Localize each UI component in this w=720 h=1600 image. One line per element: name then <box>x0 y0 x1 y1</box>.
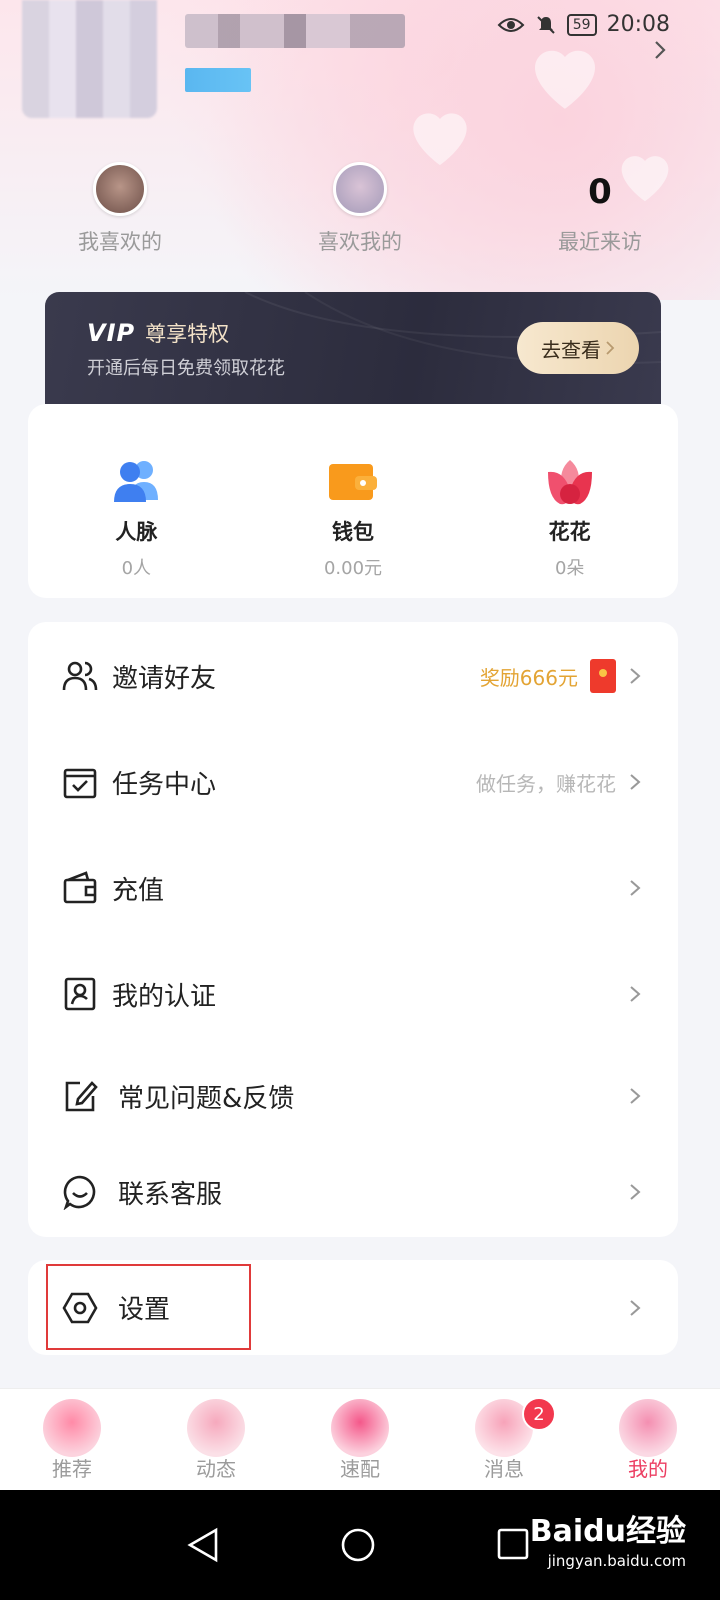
system-navigation-bar: Baidu经验 jingyan.baidu.com <box>0 1490 720 1600</box>
quick-match-rose-icon <box>331 1399 389 1457</box>
chevron-right-icon <box>630 986 641 1002</box>
stat-label: 喜欢我的 <box>318 230 402 254</box>
invite-friends-icon <box>62 661 98 691</box>
vip-subtitle: 开通后每日免费领取花花 <box>87 358 285 379</box>
tab-label: 动态 <box>196 1457 236 1481</box>
vip-title: 尊享特权 <box>145 322 230 346</box>
baidu-jingyan-watermark: Baidu经验 jingyan.baidu.com <box>530 1506 686 1570</box>
wallet-item-connections[interactable]: 人脉 0人 <box>28 404 245 598</box>
task-center-icon <box>63 768 97 799</box>
recents-square-icon[interactable] <box>496 1527 530 1561</box>
vip-view-button[interactable]: 去查看 <box>517 322 639 374</box>
profile-chevron-right-icon[interactable] <box>650 40 670 60</box>
stats-row: 我喜欢的 喜欢我的 0 最近来访 <box>0 162 720 256</box>
tab-messages[interactable]: 消息 2 <box>432 1389 576 1490</box>
menu-item-invite-friends[interactable]: 邀请好友 奖励666元 <box>28 626 678 726</box>
wallet-item-wallet[interactable]: 钱包 0.00元 <box>245 404 462 598</box>
user-tag-blurred <box>185 68 251 92</box>
bell-off-icon <box>537 15 555 34</box>
unread-badge: 2 <box>522 1397 556 1431</box>
vip-button-label: 去查看 <box>541 337 601 362</box>
tab-label: 推荐 <box>52 1457 92 1481</box>
bottom-tab-bar: 推荐 动态 速配 消息 2 我的 <box>0 1388 720 1490</box>
menu-item-label: 充值 <box>112 875 165 906</box>
flower-icon <box>547 460 592 505</box>
menu-card: 邀请好友 奖励666元 任务中心 做任务，赚花花 充值 我的认证 常见问题&反馈… <box>28 622 678 1237</box>
customer-service-icon <box>63 1175 96 1210</box>
menu-item-task-center[interactable]: 任务中心 做任务，赚花花 <box>28 732 678 832</box>
tab-quick-match[interactable]: 速配 <box>288 1389 432 1490</box>
menu-item-label: 邀请好友 <box>112 663 217 694</box>
chevron-right-icon <box>630 774 641 790</box>
invite-reward-hint: 奖励666元 <box>479 665 578 690</box>
menu-item-verification[interactable]: 我的认证 <box>28 944 678 1044</box>
moments-icon <box>187 1399 245 1457</box>
chevron-right-icon <box>630 1184 641 1200</box>
chevron-right-icon <box>630 668 641 684</box>
tab-label: 消息 <box>484 1457 524 1481</box>
chevron-right-icon <box>630 1299 641 1316</box>
menu-item-label: 联系客服 <box>118 1179 223 1210</box>
status-bar: 59 20:08 <box>497 12 670 37</box>
red-packet-icon <box>590 659 616 693</box>
recommend-hearts-icon <box>43 1399 101 1457</box>
recharge-wallet-icon <box>63 871 97 904</box>
verification-icon <box>64 977 96 1011</box>
settings-highlight-box <box>46 1264 251 1350</box>
wallet-item-title: 人脉 <box>115 520 158 544</box>
watermark-url: jingyan.baidu.com <box>547 1552 686 1570</box>
eye-icon <box>497 17 525 32</box>
menu-item-label: 任务中心 <box>112 769 217 800</box>
visitor-count: 0 <box>588 172 612 212</box>
stat-i-like[interactable]: 我喜欢的 <box>0 162 240 256</box>
avatar <box>93 162 147 216</box>
vip-banner[interactable]: VIP 尊享特权 开通后每日免费领取花花 去查看 <box>45 292 661 404</box>
tab-label: 速配 <box>340 1457 380 1481</box>
wallet-icon <box>329 464 377 500</box>
wallet-item-value: 0.00元 <box>323 558 383 579</box>
stat-likes-me[interactable]: 喜欢我的 <box>240 162 480 256</box>
menu-item-recharge[interactable]: 充值 <box>28 838 678 938</box>
stat-label: 最近来访 <box>558 230 642 254</box>
wallet-item-value: 0人 <box>121 558 152 579</box>
edit-feedback-icon <box>65 1081 98 1112</box>
tab-moments[interactable]: 动态 <box>144 1389 288 1490</box>
chevron-right-icon <box>630 1088 641 1104</box>
chevron-right-icon <box>630 880 641 896</box>
back-triangle-icon[interactable] <box>186 1527 220 1563</box>
user-avatar-blurred[interactable] <box>22 0 157 118</box>
stat-recent-visitors[interactable]: 0 最近来访 <box>480 162 720 256</box>
chevron-right-icon <box>606 341 615 355</box>
wallet-item-value: 0朵 <box>554 558 585 579</box>
wallet-item-title: 花花 <box>548 520 591 544</box>
menu-item-faq-feedback[interactable]: 常见问题&反馈 <box>28 1046 678 1146</box>
assets-card: 人脉 0人 钱包 0.00元 花花 0朵 <box>28 404 678 598</box>
wallet-item-flowers[interactable]: 花花 0朵 <box>461 404 678 598</box>
heart-decoration-icon <box>535 50 595 109</box>
vip-logo: VIP <box>87 319 136 347</box>
avatar <box>333 162 387 216</box>
wallet-item-title: 钱包 <box>332 520 374 544</box>
menu-item-label: 常见问题&反馈 <box>118 1083 295 1114</box>
home-circle-icon[interactable] <box>340 1527 376 1563</box>
tab-recommend[interactable]: 推荐 <box>0 1389 144 1490</box>
people-icon <box>114 461 159 502</box>
tab-label: 我的 <box>628 1457 668 1481</box>
me-gift-icon <box>619 1399 677 1457</box>
menu-item-customer-service[interactable]: 联系客服 <box>28 1142 678 1242</box>
battery-indicator: 59 <box>566 13 597 36</box>
stat-label: 我喜欢的 <box>78 230 162 254</box>
user-name-blurred <box>185 14 405 48</box>
clock: 20:08 <box>606 12 670 37</box>
tab-me[interactable]: 我的 <box>576 1389 720 1490</box>
menu-item-label: 我的认证 <box>112 981 217 1012</box>
watermark-main: Baidu经验 <box>529 1514 686 1549</box>
vip-title-row: VIP 尊享特权 <box>87 318 229 348</box>
task-center-hint: 做任务，赚花花 <box>476 771 616 796</box>
